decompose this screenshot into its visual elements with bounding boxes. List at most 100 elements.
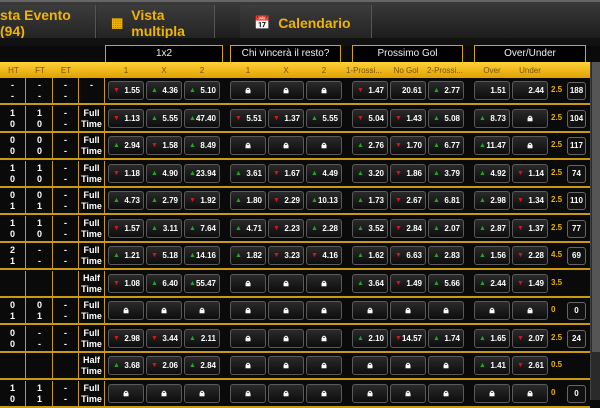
odds-button[interactable]: ▲ 1.82 bbox=[230, 246, 266, 265]
more-markets-count[interactable]: 110 bbox=[567, 192, 586, 210]
odds-button[interactable]: ▼ 6.63 bbox=[390, 246, 426, 265]
odds-button[interactable]: ▲ 47.40 bbox=[184, 108, 220, 128]
odds-button-locked[interactable]: 🔒︎ bbox=[390, 356, 426, 375]
odds-button[interactable]: ▲ 2.83 bbox=[428, 246, 464, 265]
odds-button[interactable]: ▲ 2.98 bbox=[474, 191, 510, 210]
odds-button[interactable]: 1.51 bbox=[474, 81, 510, 100]
odds-button[interactable]: ▲ 6.81 bbox=[428, 191, 464, 210]
more-markets-count[interactable]: 0 bbox=[567, 302, 586, 320]
odds-button[interactable]: ▼ 1.70 bbox=[390, 136, 426, 155]
odds-button-locked[interactable]: 🔒︎ bbox=[352, 356, 388, 375]
odds-button-locked[interactable]: 🔒︎ bbox=[390, 301, 426, 320]
odds-button[interactable]: ▲ 3.20 bbox=[352, 163, 388, 183]
odds-button[interactable]: ▼ 1.13 bbox=[108, 108, 144, 128]
odds-button[interactable]: ▲ 4.92 bbox=[474, 163, 510, 183]
odds-button-locked[interactable]: 🔒︎ bbox=[512, 108, 548, 128]
odds-button[interactable]: ▲ 6.40 bbox=[146, 273, 182, 293]
odds-button[interactable]: ▲ 1.80 bbox=[230, 191, 266, 210]
odds-button-locked[interactable]: 🔒︎ bbox=[306, 301, 342, 320]
odds-button[interactable]: ▲ 3.52 bbox=[352, 218, 388, 238]
more-markets-count[interactable]: 188 bbox=[567, 82, 586, 100]
odds-button[interactable]: ▼ 2.29 bbox=[268, 191, 304, 210]
odds-button[interactable]: ▼ 4.16 bbox=[306, 246, 342, 265]
odds-button-locked[interactable]: 🔒︎ bbox=[268, 81, 304, 100]
odds-button-locked[interactable]: 🔒︎ bbox=[268, 273, 304, 293]
odds-button[interactable]: ▲ 2.44 bbox=[474, 273, 510, 293]
scrollbar-thumb[interactable] bbox=[592, 62, 600, 352]
more-markets-count[interactable]: 24 bbox=[567, 329, 586, 348]
more-markets-count[interactable]: 117 bbox=[567, 137, 586, 155]
odds-button[interactable]: ▲ 1.74 bbox=[428, 328, 464, 348]
odds-button-locked[interactable]: 🔒︎ bbox=[268, 328, 304, 348]
odds-button[interactable]: ▼ 1.08 bbox=[108, 273, 144, 293]
odds-button[interactable]: ▲ 3.64 bbox=[352, 273, 388, 293]
odds-button[interactable]: ▼ 2.23 bbox=[268, 218, 304, 238]
tab-vista-multipla[interactable]: ▦ Vista multipla bbox=[97, 5, 215, 40]
odds-button[interactable]: 2.44 bbox=[512, 81, 548, 100]
more-markets-count[interactable]: 74 bbox=[567, 164, 586, 183]
odds-button[interactable]: ▲ 5.08 bbox=[428, 108, 464, 128]
odds-button-locked[interactable]: 🔒︎ bbox=[268, 136, 304, 155]
odds-button[interactable]: ▲ 2.94 bbox=[108, 136, 144, 155]
odds-button-locked[interactable]: 🔒︎ bbox=[512, 301, 548, 320]
odds-button-locked[interactable]: 🔒︎ bbox=[306, 136, 342, 155]
odds-button[interactable]: ▲ 23.94 bbox=[184, 163, 220, 183]
odds-button[interactable]: ▲ 5.55 bbox=[146, 108, 182, 128]
odds-button[interactable]: ▲ 1.56 bbox=[474, 246, 510, 265]
odds-button-locked[interactable]: 🔒︎ bbox=[268, 356, 304, 375]
odds-button[interactable]: ▲ 1.65 bbox=[474, 328, 510, 348]
odds-button[interactable]: ▲ 8.49 bbox=[184, 136, 220, 155]
odds-button-locked[interactable]: 🔒︎ bbox=[230, 328, 266, 348]
odds-button[interactable]: 20.61 bbox=[390, 81, 426, 100]
odds-button[interactable]: ▲ 5.10 bbox=[184, 81, 220, 100]
odds-button[interactable]: ▼ 1.14 bbox=[512, 163, 548, 183]
scrollbar[interactable] bbox=[590, 62, 600, 400]
odds-button[interactable]: ▲ 2.76 bbox=[352, 136, 388, 155]
odds-button-locked[interactable]: 🔒︎ bbox=[428, 301, 464, 320]
odds-button[interactable]: ▼ 5.18 bbox=[146, 246, 182, 265]
odds-button[interactable]: ▲ 14.16 bbox=[184, 246, 220, 265]
odds-button[interactable]: ▼ 3.23 bbox=[268, 246, 304, 265]
odds-button[interactable]: ▼ 2.06 bbox=[146, 356, 182, 375]
odds-button[interactable]: ▼ 1.37 bbox=[512, 218, 548, 238]
odds-button[interactable]: ▼ 2.67 bbox=[390, 191, 426, 210]
odds-button[interactable]: ▲ 2.87 bbox=[474, 218, 510, 238]
odds-button[interactable]: ▲ 55.47 bbox=[184, 273, 220, 293]
odds-button[interactable]: ▲ 10.13 bbox=[306, 191, 342, 210]
more-markets-count[interactable]: 69 bbox=[567, 247, 586, 265]
odds-button[interactable]: ▼ 2.98 bbox=[108, 328, 144, 348]
odds-button[interactable]: ▲ 2.11 bbox=[184, 328, 220, 348]
odds-button-locked[interactable]: 🔒︎ bbox=[428, 356, 464, 375]
odds-button-locked[interactable]: 🔒︎ bbox=[184, 301, 220, 320]
odds-button[interactable]: ▼ 2.28 bbox=[512, 246, 548, 265]
odds-button-locked[interactable]: 🔒︎ bbox=[230, 301, 266, 320]
odds-button[interactable]: ▲ 3.68 bbox=[108, 356, 144, 375]
odds-button[interactable]: ▲ 3.61 bbox=[230, 163, 266, 183]
odds-button[interactable]: ▲ 11.47 bbox=[474, 136, 510, 155]
odds-button[interactable]: ▲ 4.49 bbox=[306, 163, 342, 183]
tab-calendario[interactable]: 📅 Calendario bbox=[240, 5, 372, 40]
odds-button[interactable]: ▼ 1.47 bbox=[352, 81, 388, 100]
odds-button[interactable]: ▲ 2.79 bbox=[146, 191, 182, 210]
odds-button[interactable]: ▼ 14.57 bbox=[390, 328, 426, 348]
tab-lista-evento[interactable]: sta Evento (94) bbox=[0, 5, 96, 40]
odds-button-locked[interactable]: 🔒︎ bbox=[268, 301, 304, 320]
odds-button[interactable]: ▲ 4.71 bbox=[230, 218, 266, 238]
odds-button-locked[interactable]: 🔒︎ bbox=[306, 81, 342, 100]
odds-button[interactable]: ▼ 1.92 bbox=[184, 191, 220, 210]
odds-button-locked[interactable]: 🔒︎ bbox=[230, 273, 266, 293]
odds-button[interactable]: ▲ 4.90 bbox=[146, 163, 182, 183]
odds-button[interactable]: ▼ 1.37 bbox=[268, 108, 304, 128]
more-markets-count[interactable]: 104 bbox=[567, 109, 586, 128]
odds-button[interactable]: ▲ 4.73 bbox=[108, 191, 144, 210]
odds-button[interactable]: ▼ 5.04 bbox=[352, 108, 388, 128]
odds-button[interactable]: ▼ 2.61 bbox=[512, 356, 548, 375]
odds-button[interactable]: ▲ 3.11 bbox=[146, 218, 182, 238]
odds-button-locked[interactable]: 🔒︎ bbox=[230, 356, 266, 375]
odds-button-locked[interactable]: 🔒︎ bbox=[306, 328, 342, 348]
odds-button[interactable]: ▲ 1.21 bbox=[108, 246, 144, 265]
odds-button[interactable]: ▲ 1.62 bbox=[352, 246, 388, 265]
odds-button[interactable]: ▼ 1.49 bbox=[512, 273, 548, 293]
odds-button[interactable]: ▲ 7.64 bbox=[184, 218, 220, 238]
odds-button[interactable]: ▲ 8.73 bbox=[474, 108, 510, 128]
